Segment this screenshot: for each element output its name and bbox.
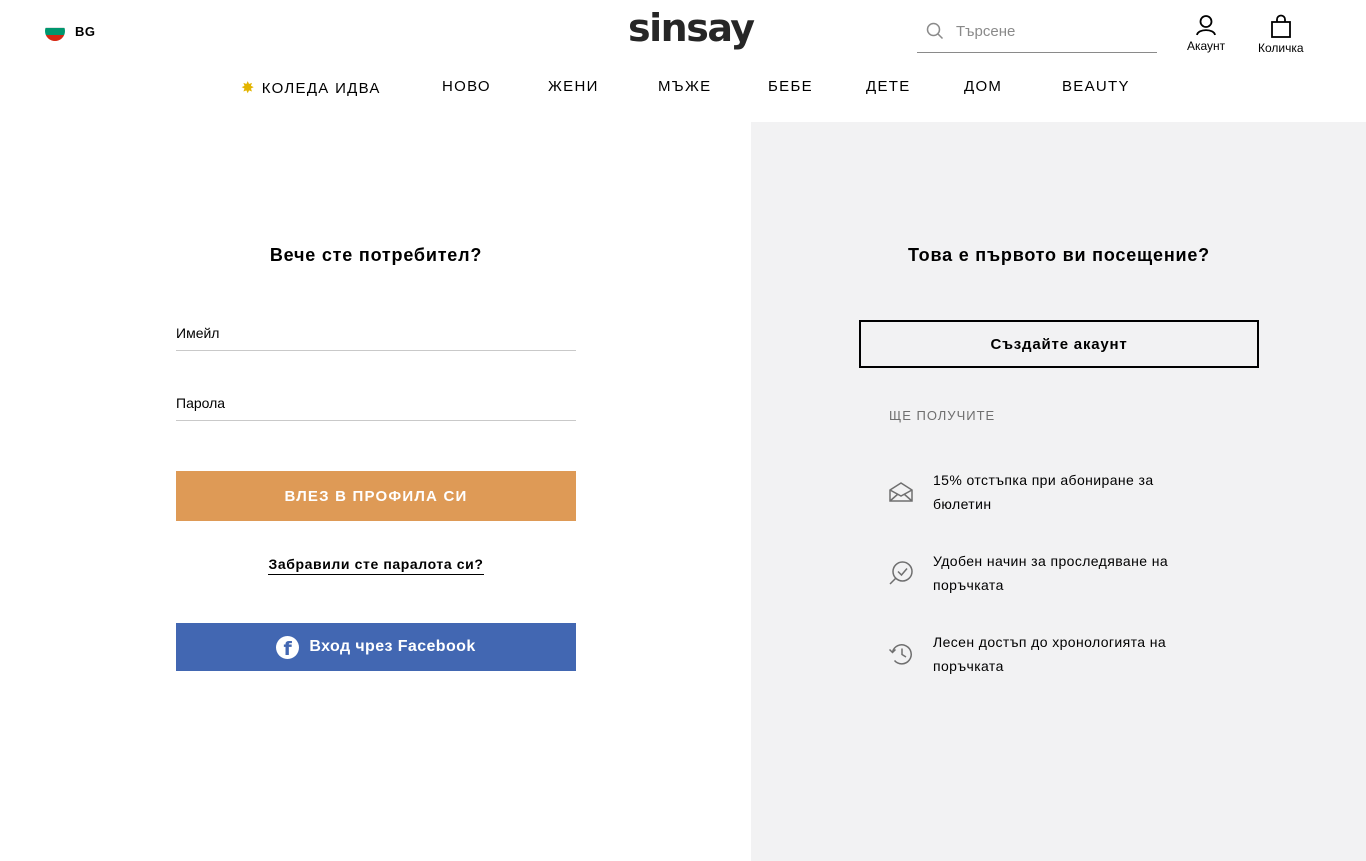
nav-item-label: НОВО [442, 78, 491, 95]
benefit-text: Удобен начин за проследяване на поръчкат… [933, 553, 1169, 593]
shopping-bag-icon [1270, 14, 1291, 38]
language-selector[interactable]: BG [45, 21, 96, 41]
search-bar[interactable] [917, 10, 1157, 53]
bulgaria-flag-icon [45, 21, 65, 41]
nav-item-label: БЕБЕ [768, 78, 813, 95]
register-panel: Това е първото ви посещение? Създайте ак… [751, 122, 1366, 861]
header: BG sinsay Акаунт Количка ✸ КОЛЕДА ИДВА Н… [0, 0, 1366, 122]
benefit-item: Лесен достъп до хронологията на поръчкат… [888, 630, 1208, 678]
search-icon [926, 22, 944, 40]
nav-item-label: ДЕТЕ [866, 78, 911, 95]
nav-item-women[interactable]: ЖЕНИ [548, 78, 599, 95]
benefits-title: ЩЕ ПОЛУЧИТЕ [889, 408, 996, 423]
nav-item-label: ЖЕНИ [548, 78, 599, 95]
nav-item-new[interactable]: НОВО [442, 78, 491, 95]
email-input[interactable] [176, 313, 576, 350]
cart-button[interactable]: Количка [1258, 14, 1304, 55]
sinsay-logo[interactable]: sinsay [628, 6, 755, 50]
benefit-item: Удобен начин за проследяване на поръчкат… [888, 549, 1208, 597]
history-icon [888, 641, 914, 667]
account-label: Акаунт [1187, 39, 1226, 53]
facebook-icon: f [276, 635, 300, 659]
nav-item-men[interactable]: МЪЖЕ [658, 78, 711, 95]
benefit-text: Лесен достъп до хронологията на поръчкат… [933, 634, 1167, 674]
nav-item-label: ДОМ [964, 78, 1003, 95]
main-navigation: ✸ КОЛЕДА ИДВА НОВО ЖЕНИ МЪЖЕ БЕБЕ ДЕТЕ Д… [0, 78, 1366, 100]
search-check-icon [888, 560, 914, 586]
search-input[interactable] [956, 22, 1136, 40]
register-title: Това е първото ви посещение? [908, 245, 1210, 265]
cart-label: Количка [1258, 41, 1304, 55]
nav-item-label: BEAUTY [1062, 78, 1130, 95]
create-account-button[interactable]: Създайте акаунт [859, 320, 1259, 368]
benefit-text: 15% отстъпка при абониране за бюлетин [933, 472, 1154, 512]
nav-item-label: КОЛЕДА ИДВА [261, 79, 381, 97]
language-code: BG [75, 23, 96, 39]
password-input[interactable] [176, 383, 576, 420]
facebook-login-button[interactable]: f Вход чрез Facebook [176, 623, 576, 671]
forgot-password-link[interactable]: Забравили сте паралота си? [268, 556, 484, 575]
nav-item-christmas[interactable]: ✸ КОЛЕДА ИДВА [241, 78, 381, 98]
password-field[interactable] [176, 383, 576, 421]
login-title: Вече сте потребител? [269, 245, 483, 265]
benefit-item: 15% отстъпка при абониране за бюлетин [888, 468, 1208, 516]
login-panel: Вече сте потребител? ВЛЕЗ В ПРОФИЛА СИ З… [0, 122, 751, 861]
login-button[interactable]: ВЛЕЗ В ПРОФИЛА СИ [176, 471, 576, 521]
nav-item-baby[interactable]: БЕБЕ [768, 78, 813, 95]
facebook-login-label: Вход чрез Facebook [309, 638, 476, 655]
nav-item-kids[interactable]: ДЕТЕ [866, 78, 911, 95]
envelope-icon [888, 479, 914, 505]
email-field[interactable] [176, 313, 576, 351]
user-icon [1196, 15, 1216, 36]
nav-item-beauty[interactable]: BEAUTY [1062, 78, 1130, 95]
nav-item-label: МЪЖЕ [658, 78, 712, 95]
account-button[interactable]: Акаунт [1187, 14, 1225, 53]
forgot-password-container: Забравили сте паралота си? [176, 556, 576, 575]
nav-item-home[interactable]: ДОМ [964, 78, 1002, 95]
star-icon: ✸ [241, 80, 256, 97]
